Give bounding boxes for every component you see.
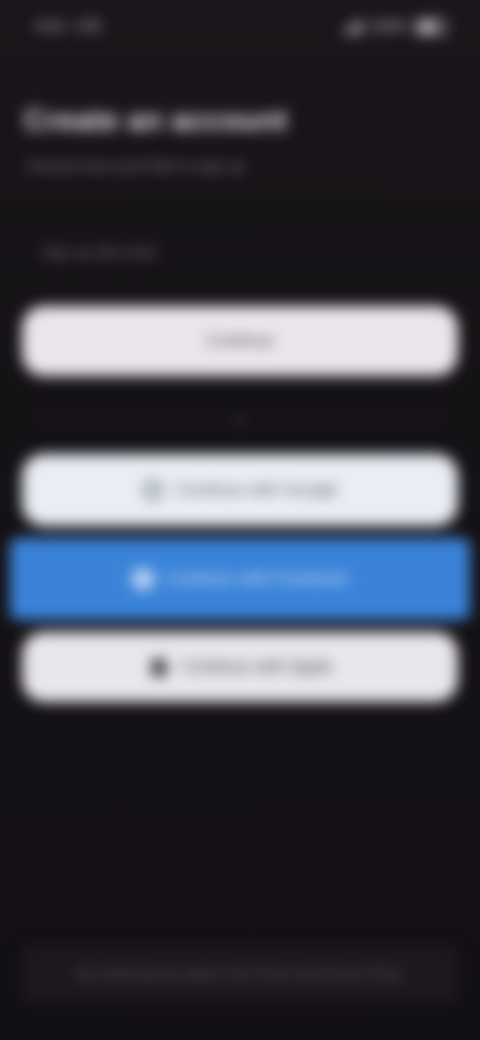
google-button-label: Continue with Google	[175, 480, 339, 499]
battery-percent: 100%	[369, 18, 408, 35]
status-left: 9:41 LTE	[36, 18, 102, 35]
terms-text: By continuing you agree to the Terms and…	[77, 965, 403, 981]
divider-line-left	[40, 417, 221, 419]
page-subtitle: Choose how you'd like to sign up	[26, 158, 245, 175]
blurred-content: 9:41 LTE 100% Create an account Choose h…	[0, 0, 480, 1040]
facebook-signin-button[interactable]: f Continue with Facebook	[10, 538, 470, 620]
facebook-button-label: Continue with Facebook	[165, 569, 349, 588]
google-icon	[142, 479, 164, 501]
continue-button[interactable]: Continue	[22, 306, 458, 376]
app-screen: 9:41 LTE 100% Create an account Choose h…	[0, 0, 480, 1040]
divider-line-right	[259, 417, 440, 419]
facebook-icon: f	[131, 568, 154, 590]
status-network: LTE	[75, 18, 102, 35]
google-signin-button[interactable]: Continue with Google	[22, 454, 458, 526]
status-right: 100%	[343, 18, 446, 35]
or-divider: or	[40, 410, 440, 426]
email-section-label: Sign up with email	[42, 244, 156, 260]
apple-button-label: Continue with Apple	[181, 657, 333, 676]
divider-text: or	[234, 410, 246, 426]
terms-footer[interactable]: By continuing you agree to the Terms and…	[22, 944, 458, 1002]
status-bar: 9:41 LTE 100%	[0, 0, 480, 60]
status-time: 9:41	[36, 18, 66, 35]
apple-signin-button[interactable]: Continue with Apple	[22, 632, 458, 702]
continue-button-label: Continue	[205, 331, 275, 350]
apple-icon	[148, 656, 170, 678]
battery-icon	[416, 18, 446, 35]
signal-icon	[343, 19, 362, 34]
page-title: Create an account	[24, 104, 288, 137]
